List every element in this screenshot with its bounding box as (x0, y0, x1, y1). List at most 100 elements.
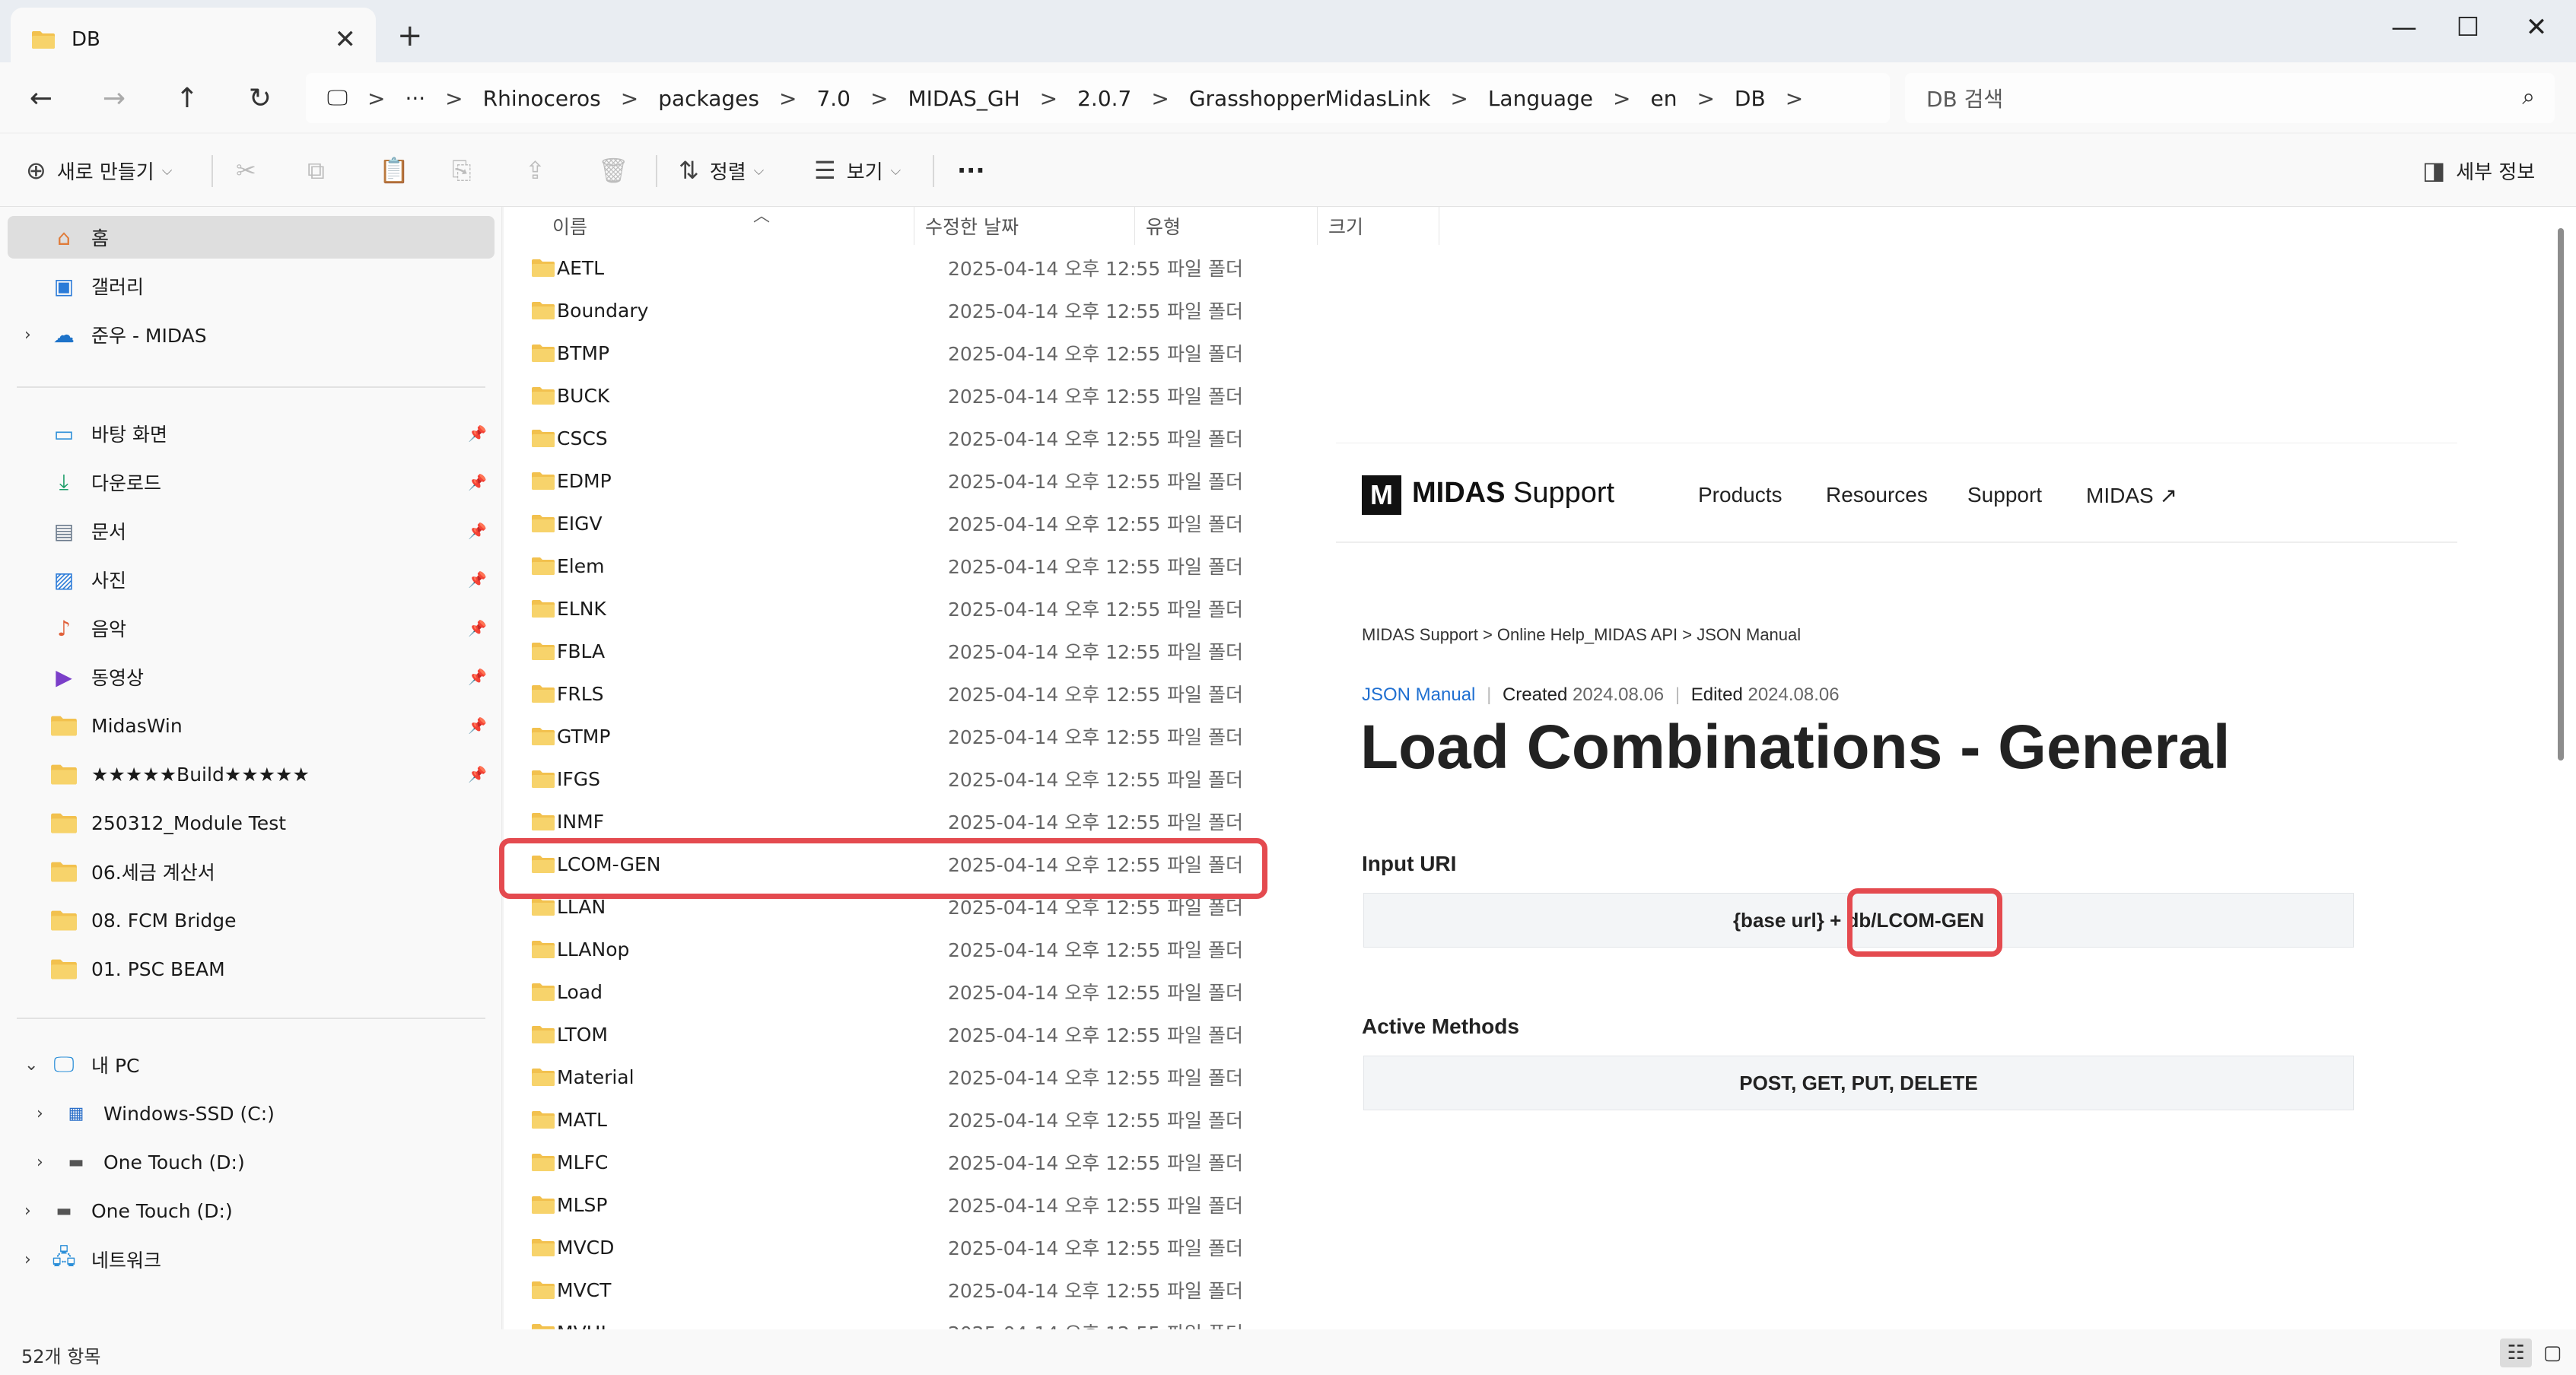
details-view-icon[interactable]: ☷ (2500, 1338, 2532, 1367)
web-nav-resources[interactable]: Resources (1826, 483, 1928, 507)
delete-button[interactable]: 🗑 (598, 152, 640, 189)
table-row[interactable]: MLSP 2025-04-14 오후 12:55 파일 폴더 (526, 1183, 1698, 1226)
computer-icon[interactable]: 🖵 (327, 85, 348, 111)
sidebar-item-fcm-bridge[interactable]: 08. FCM Bridge (8, 899, 495, 942)
tiles-view-icon[interactable]: ▢ (2536, 1338, 2568, 1367)
table-row[interactable]: BTMP 2025-04-14 오후 12:55 파일 폴더 (526, 332, 1698, 374)
chevron-right-icon[interactable]: > (1450, 86, 1468, 111)
midas-logo-icon[interactable]: M (1362, 475, 1401, 515)
breadcrumb-item[interactable]: MIDAS_GH (908, 86, 1019, 111)
table-row[interactable]: MLFC 2025-04-14 오후 12:55 파일 폴더 (526, 1141, 1698, 1183)
breadcrumb-item[interactable]: GrasshopperMidasLink (1189, 86, 1431, 111)
web-nav-support[interactable]: Support (1967, 483, 2042, 507)
chevron-right-icon[interactable]: > (1151, 86, 1169, 111)
chevron-right-icon[interactable]: > (367, 86, 385, 111)
chevron-right-icon[interactable]: > (621, 86, 638, 111)
sidebar-item-gallery[interactable]: ▣ 갤러리 (8, 265, 495, 307)
web-breadcrumb[interactable]: MIDAS Support > Online Help_MIDAS API > … (1362, 625, 1801, 645)
column-header-name[interactable]: 이름 ︿ (542, 207, 914, 245)
rename-button[interactable]: ⎘ (452, 152, 482, 189)
share-button[interactable]: ⇪ (525, 152, 556, 189)
table-row[interactable]: MVCT 2025-04-14 오후 12:55 파일 폴더 (526, 1269, 1698, 1311)
copy-button[interactable]: ⧉ (307, 152, 336, 189)
table-row[interactable]: AETL 2025-04-14 오후 12:55 파일 폴더 (526, 246, 1698, 289)
refresh-button[interactable]: ↻ (239, 79, 281, 117)
chevron-right-icon[interactable]: › (24, 1250, 31, 1269)
column-header-date[interactable]: 수정한 날짜 (914, 207, 1135, 245)
sidebar-item-desktop[interactable]: ▭ 바탕 화면 📌 (8, 412, 495, 455)
pin-icon[interactable]: 📌 (468, 716, 487, 735)
sidebar-item-documents[interactable]: ▤ 문서 📌 (8, 510, 495, 552)
details-pane-button[interactable]: ◨ 세부 정보 (2422, 152, 2535, 189)
maximize-button[interactable]: ☐ (2430, 5, 2506, 50)
pin-icon[interactable]: 📌 (468, 522, 487, 540)
search-input[interactable]: DB 검색 ⌕ (1905, 73, 2555, 123)
pin-icon[interactable]: 📌 (468, 668, 487, 686)
back-button[interactable]: ← (20, 79, 62, 117)
view-button[interactable]: ☰ 보기 ⌵ (814, 152, 901, 189)
vertical-scrollbar[interactable] (2558, 228, 2564, 761)
chevron-right-icon[interactable]: > (870, 86, 888, 111)
pin-icon[interactable]: 📌 (468, 570, 487, 589)
chevron-right-icon[interactable]: > (1613, 86, 1630, 111)
midas-logo[interactable]: MIDAS Support (1412, 477, 1614, 510)
sidebar-item-build[interactable]: ★★★★★Build★★★★★ 📌 (8, 753, 495, 795)
breadcrumb-item[interactable]: Language (1488, 86, 1593, 111)
search-icon[interactable]: ⌕ (2522, 84, 2535, 110)
sidebar-item-home[interactable]: ⌂ 홈 (8, 216, 495, 259)
meta-tag-link[interactable]: JSON Manual (1362, 684, 1475, 705)
sidebar-item-onedrive[interactable]: › ☁ 준우 - MIDAS (8, 313, 495, 356)
chevron-right-icon[interactable]: › (37, 1153, 43, 1172)
table-row[interactable]: MVHL 2025-04-14 오후 12:55 파일 폴더 (526, 1311, 1698, 1329)
web-nav-products[interactable]: Products (1698, 483, 1783, 507)
close-button[interactable]: ✕ (2498, 5, 2574, 50)
breadcrumb-item[interactable]: packages (658, 86, 759, 111)
more-options-button[interactable]: ··· (957, 152, 984, 189)
sidebar-item-psc-beam[interactable]: 01. PSC BEAM (8, 948, 495, 990)
pin-icon[interactable]: 📌 (468, 765, 487, 783)
breadcrumb-item[interactable]: Rhinoceros (483, 86, 601, 111)
breadcrumb-item[interactable]: DB (1735, 86, 1766, 111)
chevron-right-icon[interactable]: > (779, 86, 797, 111)
sidebar-item-videos[interactable]: ▶ 동영상 📌 (8, 656, 495, 698)
table-row[interactable]: MVCD 2025-04-14 오후 12:55 파일 폴더 (526, 1226, 1698, 1269)
sidebar-item-drive-d-sub[interactable]: › ▬ One Touch (D:) (8, 1141, 495, 1183)
pin-icon[interactable]: 📌 (468, 424, 487, 443)
breadcrumb-item[interactable]: 7.0 (816, 86, 851, 111)
sidebar-item-drive-c[interactable]: › ▦ Windows-SSD (C:) (8, 1092, 495, 1135)
chevron-right-icon[interactable]: > (1786, 86, 1803, 111)
sidebar-item-midaswin[interactable]: MidasWin 📌 (8, 704, 495, 747)
sort-button[interactable]: ⇅ 정렬 ⌵ (679, 152, 764, 189)
chevron-right-icon[interactable]: › (37, 1104, 43, 1123)
pin-icon[interactable]: 📌 (468, 473, 487, 491)
chevron-right-icon[interactable]: > (1040, 86, 1057, 111)
web-nav-midas[interactable]: MIDAS ↗ (2086, 483, 2177, 508)
breadcrumb-item[interactable]: en (1650, 86, 1677, 111)
new-button[interactable]: ⊕ 새로 만들기 ⌵ (26, 152, 172, 189)
chevron-right-icon[interactable]: > (445, 86, 463, 111)
up-button[interactable]: ↑ (166, 79, 208, 117)
chevron-right-icon[interactable]: > (1697, 86, 1714, 111)
table-row[interactable]: BUCK 2025-04-14 오후 12:55 파일 폴더 (526, 374, 1698, 417)
pin-icon[interactable]: 📌 (468, 619, 487, 637)
sidebar-item-this-pc[interactable]: ⌄ 🖵 내 PC (8, 1043, 495, 1086)
chevron-down-icon[interactable]: ⌄ (24, 1056, 38, 1075)
more-crumbs-button[interactable]: ··· (405, 86, 425, 111)
sidebar-item-downloads[interactable]: ⤓ 다운로드 📌 (8, 461, 495, 503)
breadcrumb-item[interactable]: 2.0.7 (1077, 86, 1131, 111)
sidebar-item-music[interactable]: ♪ 음악 📌 (8, 607, 495, 649)
address-bar[interactable]: 🖵 > ··· > Rhinoceros > packages > 7.0 > … (306, 73, 1890, 123)
sidebar-item-module-test[interactable]: 250312_Module Test (8, 802, 495, 844)
new-tab-button[interactable]: + (397, 18, 423, 53)
sidebar-item-pictures[interactable]: ▨ 사진 📌 (8, 558, 495, 601)
sidebar-item-network[interactable]: › 🖧 네트워크 (8, 1238, 495, 1281)
paste-button[interactable]: 📋 (379, 152, 420, 189)
sidebar-item-drive-d[interactable]: › ▬ One Touch (D:) (8, 1189, 495, 1232)
forward-button[interactable]: → (93, 79, 135, 117)
chevron-right-icon[interactable]: › (24, 1202, 31, 1221)
tab-close-icon[interactable]: ✕ (335, 24, 357, 55)
cut-button[interactable]: ✂ (236, 152, 267, 189)
column-header-size[interactable]: 크기 (1318, 207, 1439, 245)
table-row[interactable]: Boundary 2025-04-14 오후 12:55 파일 폴더 (526, 289, 1698, 332)
sidebar-item-tax[interactable]: 06.세금 계산서 (8, 850, 495, 893)
